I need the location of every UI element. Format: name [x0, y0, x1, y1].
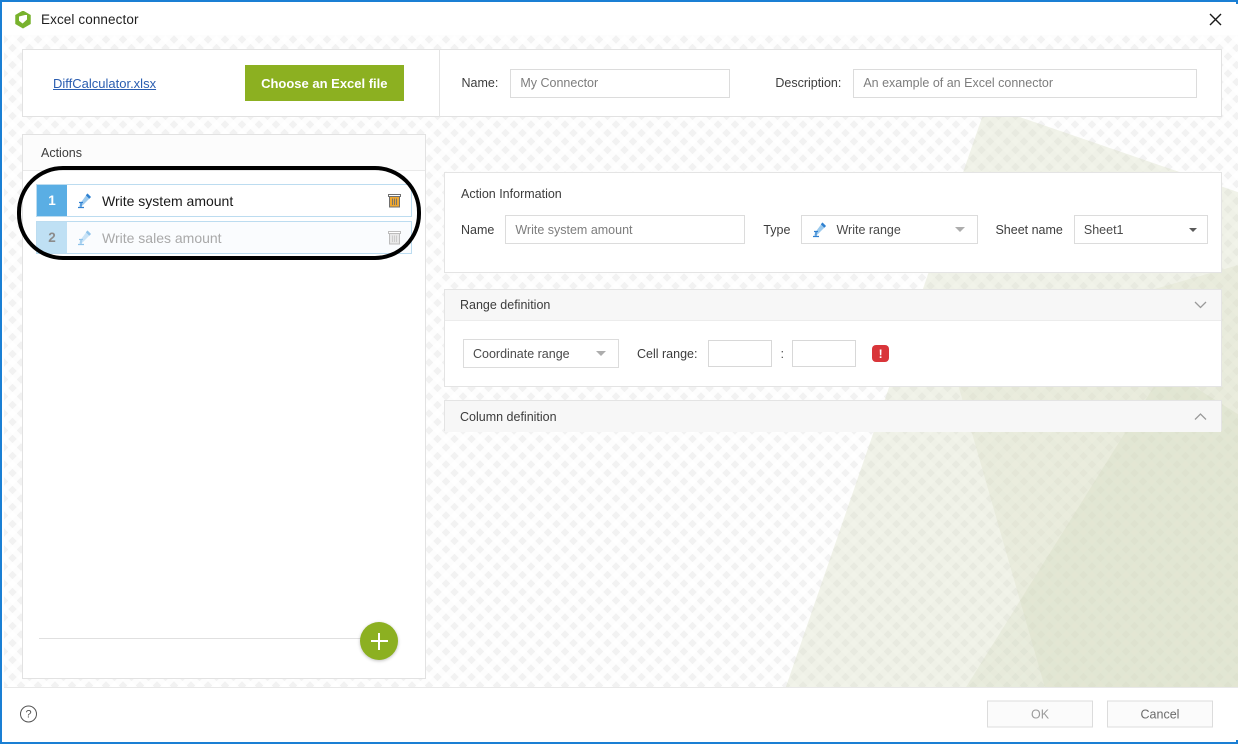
chevron-down-icon[interactable] — [1194, 301, 1207, 309]
actions-panel: Actions 1 Write system amount — [22, 134, 426, 679]
add-action-button[interactable] — [360, 622, 398, 660]
action-information-fields: Name Type Write range Sheet name Sheet1 — [445, 215, 1221, 244]
action-information-panel: Action Information Name Type Write range… — [444, 172, 1222, 273]
action-label: Write system amount — [102, 193, 377, 209]
trash-icon[interactable] — [377, 230, 411, 245]
close-icon[interactable] — [1192, 4, 1238, 35]
action-name-input[interactable] — [505, 215, 745, 244]
list-item[interactable]: 1 Write system amount — [36, 184, 412, 217]
trash-glyph — [388, 230, 401, 245]
description-field-group: Description: — [775, 69, 1197, 98]
close-glyph — [1209, 13, 1222, 26]
cell-range-to-input[interactable] — [792, 340, 856, 367]
sheet-name-dropdown[interactable]: Sheet1 — [1074, 215, 1208, 244]
write-range-icon — [76, 229, 93, 246]
action-type-label: Type — [763, 223, 790, 237]
range-definition-title: Range definition — [460, 298, 550, 312]
range-type-dropdown[interactable]: Coordinate range — [463, 339, 619, 368]
column-definition-title: Column definition — [460, 410, 557, 424]
action-name-label: Name — [461, 223, 494, 237]
write-range-icon — [811, 221, 828, 238]
sheet-name-label: Sheet name — [995, 223, 1062, 237]
action-information-title: Action Information — [445, 173, 1221, 201]
chevron-down-icon — [955, 227, 965, 232]
write-range-icon — [76, 192, 93, 209]
description-label: Description: — [775, 76, 841, 90]
add-button-divider — [39, 638, 364, 639]
name-label: Name: — [462, 76, 499, 90]
range-definition-panel: Range definition Coordinate range Cell r… — [444, 289, 1222, 387]
trash-icon[interactable] — [377, 193, 411, 208]
range-definition-header[interactable]: Range definition — [445, 290, 1221, 321]
choose-excel-file-button[interactable]: Choose an Excel file — [245, 65, 403, 101]
cell-range-from-input[interactable] — [708, 340, 772, 367]
action-label: Write sales amount — [102, 230, 377, 246]
cancel-button[interactable]: Cancel — [1107, 701, 1213, 728]
dialog-body: DiffCalculator.xlsx Choose an Excel file… — [4, 35, 1238, 691]
sheet-name-value: Sheet1 — [1084, 223, 1124, 237]
actions-list: 1 Write system amount 2 — [23, 171, 425, 254]
connector-name-input[interactable] — [510, 69, 730, 98]
app-hexagon-icon — [14, 11, 32, 29]
trash-glyph — [388, 193, 401, 208]
vertical-divider — [439, 49, 440, 117]
title-bar: Excel connector — [4, 4, 1238, 35]
chevron-down-icon — [1189, 228, 1197, 232]
chevron-up-icon[interactable] — [1194, 413, 1207, 421]
file-and-meta-card: DiffCalculator.xlsx Choose an Excel file… — [22, 49, 1222, 117]
connector-description-input[interactable] — [853, 69, 1197, 98]
help-question-icon[interactable]: ? — [20, 706, 37, 723]
name-field-group: Name: — [462, 69, 731, 98]
cell-range-label: Cell range: — [637, 347, 697, 361]
window-title: Excel connector — [41, 12, 139, 27]
action-index: 2 — [37, 222, 67, 253]
action-type-dropdown[interactable]: Write range — [801, 215, 978, 244]
action-index: 1 — [37, 185, 67, 216]
chevron-down-icon — [596, 351, 606, 356]
column-definition-header[interactable]: Column definition — [445, 401, 1221, 432]
dialog-footer: ? OK Cancel — [4, 687, 1238, 740]
action-type-value: Write range — [836, 223, 900, 237]
error-exclamation-icon[interactable]: ! — [872, 345, 889, 362]
range-type-value: Coordinate range — [473, 347, 570, 361]
column-definition-panel: Column definition — [444, 400, 1222, 431]
excel-file-link[interactable]: DiffCalculator.xlsx — [53, 76, 156, 91]
cell-range-separator: : — [780, 346, 784, 361]
list-item[interactable]: 2 Write sales amount — [36, 221, 412, 254]
range-definition-body: Coordinate range Cell range: : ! — [445, 321, 1221, 368]
actions-header: Actions — [23, 135, 425, 171]
ok-button[interactable]: OK — [987, 701, 1093, 728]
